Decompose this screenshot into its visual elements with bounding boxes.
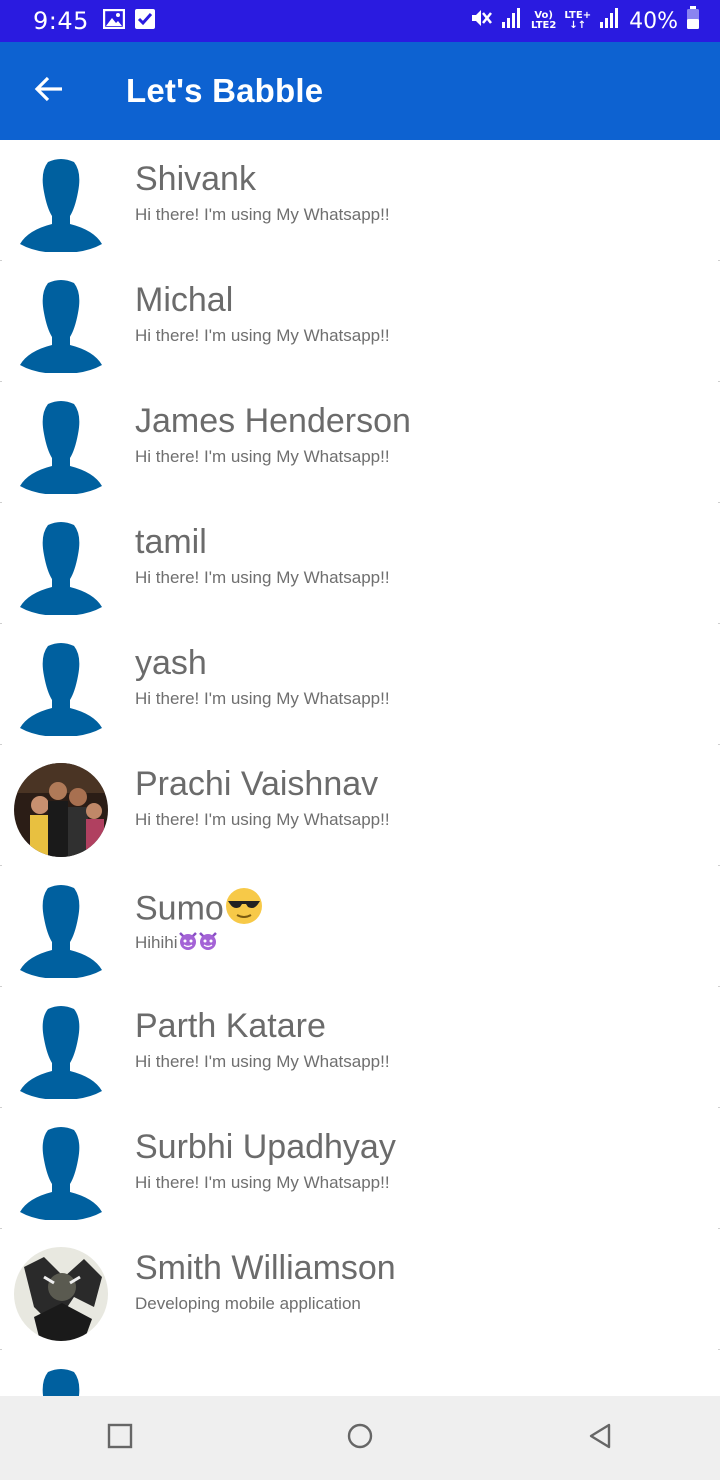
contact-row[interactable]: Surbhi Upadhyay Hi there! I'm using My Wh…: [0, 1108, 720, 1229]
contact-name-text: Surbhi Upadhyay: [135, 1128, 396, 1166]
profile-photo-avatar[interactable]: [14, 1247, 108, 1341]
checkbox-icon: [134, 9, 155, 33]
status-system-icons: Vo) LTE2 LTE+ ↓↑ 40%: [469, 6, 700, 36]
contact-status: Hi there! I'm using My Whatsapp!!: [135, 447, 390, 467]
contact-name-text: James Henderson: [135, 402, 411, 440]
sunglasses-emoji-icon: [224, 886, 264, 935]
contact-row[interactable]: tamil Hi there! I'm using My Whatsapp!!: [0, 503, 720, 624]
contact-status-text: Hi there! I'm using My Whatsapp!!: [135, 1052, 390, 1071]
contact-status-text: Hi there! I'm using My Whatsapp!!: [135, 205, 390, 224]
contact-list[interactable]: Shivank Hi there! I'm using My Whatsapp!!…: [0, 140, 720, 1396]
contact-name: Michal: [135, 281, 233, 320]
contact-row[interactable]: Michal Hi there! I'm using My Whatsapp!!: [0, 261, 720, 382]
contact-row[interactable]: yash Hi there! I'm using My Whatsapp!!: [0, 624, 720, 745]
arrow-left-icon: [34, 76, 64, 107]
home-button[interactable]: [310, 1396, 410, 1480]
contact-name: James Henderson: [135, 402, 411, 441]
contact-name: Shivank: [135, 160, 256, 199]
status-time: 9:45: [33, 7, 89, 35]
back-triangle-icon: [587, 1422, 613, 1455]
contact-status-text: Hihihi: [135, 932, 178, 952]
app-bar: Let's Babble: [0, 42, 720, 140]
contact-name-text: Shivank: [135, 160, 256, 198]
default-avatar-icon[interactable]: [14, 1005, 108, 1099]
back-button[interactable]: [0, 42, 100, 140]
contact-name-text: yash: [135, 644, 207, 682]
default-avatar-icon[interactable]: [14, 400, 108, 494]
contact-row[interactable]: [0, 1350, 720, 1396]
default-avatar-icon[interactable]: [14, 521, 108, 615]
contact-name: tamil: [135, 523, 207, 562]
default-avatar-icon[interactable]: [14, 158, 108, 252]
contact-name: Smith Williamson: [135, 1249, 396, 1288]
contact-status: Hi there! I'm using My Whatsapp!!: [135, 205, 390, 225]
devil-emoji-icon: [178, 931, 198, 956]
contact-status-text: Hi there! I'm using My Whatsapp!!: [135, 810, 390, 829]
contact-status: Developing mobile application: [135, 1294, 361, 1314]
signal-icon: [599, 7, 621, 35]
contact-name-text: Michal: [135, 281, 234, 319]
contact-name-text: Prachi Vaishnav: [135, 765, 379, 803]
default-avatar-icon[interactable]: [14, 884, 108, 978]
contact-row[interactable]: James Henderson Hi there! I'm using My Wh…: [0, 382, 720, 503]
contact-status-text: Hi there! I'm using My Whatsapp!!: [135, 326, 390, 345]
volte-indicator: Vo) LTE2: [531, 11, 556, 31]
mute-icon: [469, 7, 493, 35]
contact-status: Hi there! I'm using My Whatsapp!!: [135, 1052, 390, 1072]
contact-status-text: Hi there! I'm using My Whatsapp!!: [135, 689, 390, 708]
navigation-bar: [0, 1396, 720, 1480]
contact-name-text: Sumo: [135, 889, 224, 928]
back-nav-button[interactable]: [550, 1396, 650, 1480]
volte-bottom-label: LTE2: [531, 20, 557, 31]
contact-name: Parth Katare: [135, 1007, 326, 1046]
contact-row[interactable]: Shivank Hi there! I'm using My Whatsapp!!: [0, 140, 720, 261]
home-circle-icon: [346, 1422, 374, 1455]
contact-status: Hi there! I'm using My Whatsapp!!: [135, 326, 390, 346]
contact-name-text: Smith Williamson: [135, 1249, 396, 1287]
contact-status-text: Developing mobile application: [135, 1294, 361, 1313]
contact-status-text: Hi there! I'm using My Whatsapp!!: [135, 1173, 390, 1192]
profile-photo-avatar[interactable]: [14, 763, 108, 857]
recents-button[interactable]: [70, 1396, 170, 1480]
signal-icon: [501, 7, 523, 35]
lte-indicator: LTE+ ↓↑: [564, 11, 591, 31]
contact-name-text: Parth Katare: [135, 1007, 326, 1045]
contact-status: Hi there! I'm using My Whatsapp!!: [135, 810, 390, 830]
battery-percent: 40%: [629, 8, 678, 34]
contact-row[interactable]: Prachi Vaishnav Hi there! I'm using My Wh…: [0, 745, 720, 866]
contact-name-text: tamil: [135, 523, 207, 561]
default-avatar-icon[interactable]: [14, 1368, 108, 1396]
contact-status-text: Hi there! I'm using My Whatsapp!!: [135, 568, 390, 587]
contact-name: yash: [135, 644, 207, 683]
contact-name: Prachi Vaishnav: [135, 765, 378, 804]
contact-row[interactable]: Smith Williamson Developing mobile applic…: [0, 1229, 720, 1350]
app-title: Let's Babble: [126, 72, 324, 109]
status-notification-icons: [102, 8, 155, 33]
contact-name: Surbhi Upadhyay: [135, 1128, 396, 1167]
contact-status: Hi there! I'm using My Whatsapp!!: [135, 1173, 390, 1193]
contact-name: Sumo: [135, 886, 264, 935]
battery-icon: [686, 6, 700, 36]
contact-row[interactable]: Sumo Hihihi: [0, 866, 720, 987]
devil-emoji-icon: [198, 931, 218, 956]
contact-status: Hihihi: [135, 931, 218, 956]
contact-status-text: Hi there! I'm using My Whatsapp!!: [135, 447, 390, 466]
contact-status: Hi there! I'm using My Whatsapp!!: [135, 568, 390, 588]
contact-row[interactable]: Parth Katare Hi there! I'm using My Whats…: [0, 987, 720, 1108]
contact-status: Hi there! I'm using My Whatsapp!!: [135, 689, 390, 709]
default-avatar-icon[interactable]: [14, 1126, 108, 1220]
data-arrows-icon: ↓↑: [569, 20, 587, 31]
default-avatar-icon[interactable]: [14, 642, 108, 736]
image-icon: [102, 8, 126, 33]
status-bar: 9:45 Vo) LTE2 LTE+ ↓↑ 40%: [0, 0, 720, 42]
recents-square-icon: [107, 1423, 133, 1454]
default-avatar-icon[interactable]: [14, 279, 108, 373]
